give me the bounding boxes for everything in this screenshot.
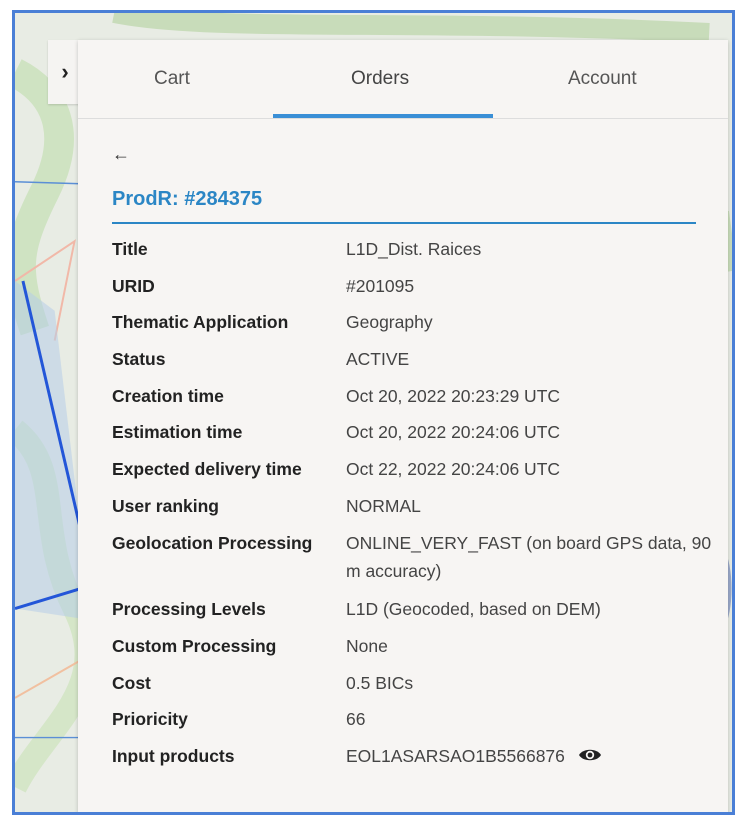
title-divider (112, 222, 696, 224)
detail-value: L1D (Geocoded, based on DEM) (346, 599, 601, 620)
detail-label: Custom Processing (112, 635, 277, 656)
detail-label: Title (112, 239, 148, 259)
detail-row-estimation-time: Estimation time Oct 20, 2022 20:24:06 UT… (112, 420, 712, 444)
tab-cart[interactable]: Cart (154, 68, 190, 90)
detail-value: 66 (346, 709, 366, 730)
tab-orders[interactable]: Orders (351, 68, 409, 90)
detail-value: None (346, 635, 388, 656)
detail-value: Oct 22, 2022 20:24:06 UTC (346, 459, 561, 480)
detail-row-user-ranking: User ranking NORMAL (112, 494, 712, 518)
detail-value: Oct 20, 2022 20:24:06 UTC (346, 422, 561, 443)
detail-value: Geography (346, 312, 433, 333)
detail-label: Expected delivery time (112, 459, 302, 480)
detail-label: Thematic Application (112, 312, 289, 333)
detail-label: Processing Levels (112, 599, 266, 620)
eye-icon[interactable] (578, 745, 602, 769)
detail-row-expected-delivery-time: Expected delivery time Oct 22, 2022 20:2… (112, 457, 712, 481)
order-title: ProdR: #284375 (112, 188, 263, 210)
back-button[interactable]: ← (112, 144, 130, 165)
orders-panel: Cart Orders Account ← ProdR: #284375 Tit… (78, 40, 728, 812)
detail-value: #201095 (346, 275, 415, 296)
detail-row-urid: URID #201095 (112, 274, 712, 298)
detail-row-status: Status ACTIVE (112, 347, 712, 371)
input-product-id: EOL1ASARSAO1B5566876 (346, 745, 565, 766)
app-frame: › Cart Orders Account ← ProdR: #284375 T… (12, 10, 735, 815)
detail-label: Estimation time (112, 422, 243, 443)
detail-value: 0.5 BICs (346, 672, 414, 693)
detail-value: NORMAL (346, 495, 421, 516)
detail-value: L1D_Dist. Raices (346, 239, 482, 259)
input-product-value: EOL1ASARSAO1B5566876 (346, 744, 602, 769)
detail-value: ACTIVE (346, 349, 410, 370)
detail-label: Status (112, 349, 166, 370)
chevron-right-icon: › (61, 59, 69, 84)
order-details: Title L1D_Dist. Raices URID #201095 Them… (112, 237, 712, 782)
detail-label: Input products (112, 745, 235, 766)
tab-account[interactable]: Account (568, 68, 637, 90)
detail-row-prioricity: Prioricity 66 (112, 707, 712, 731)
detail-row-input-products: Input products EOL1ASARSAO1B5566876 (112, 744, 712, 769)
detail-label: Geolocation Processing (112, 532, 313, 553)
detail-row-title: Title L1D_Dist. Raices (112, 237, 712, 261)
detail-label: Prioricity (112, 709, 188, 730)
collapse-panel-button[interactable]: › (48, 40, 82, 104)
active-tab-indicator (273, 114, 493, 118)
detail-label: User ranking (112, 495, 219, 516)
detail-row-cost: Cost 0.5 BICs (112, 671, 712, 695)
arrow-left-icon: ← (112, 144, 130, 164)
detail-row-thematic-application: Thematic Application Geography (112, 310, 712, 334)
detail-row-creation-time: Creation time Oct 20, 2022 20:23:29 UTC (112, 384, 712, 408)
detail-label: Creation time (112, 385, 224, 406)
detail-row-processing-levels: Processing Levels L1D (Geocoded, based o… (112, 597, 712, 621)
detail-row-custom-processing: Custom Processing None (112, 634, 712, 658)
detail-label: URID (112, 275, 155, 296)
detail-label: Cost (112, 672, 151, 693)
tab-bar: Cart Orders Account (78, 40, 728, 119)
detail-row-geolocation-processing: Geolocation Processing ONLINE_VERY_FAST … (112, 531, 712, 585)
detail-value: Oct 20, 2022 20:23:29 UTC (346, 385, 561, 406)
detail-value: ONLINE_VERY_FAST (on board GPS data, 90 … (346, 532, 712, 581)
